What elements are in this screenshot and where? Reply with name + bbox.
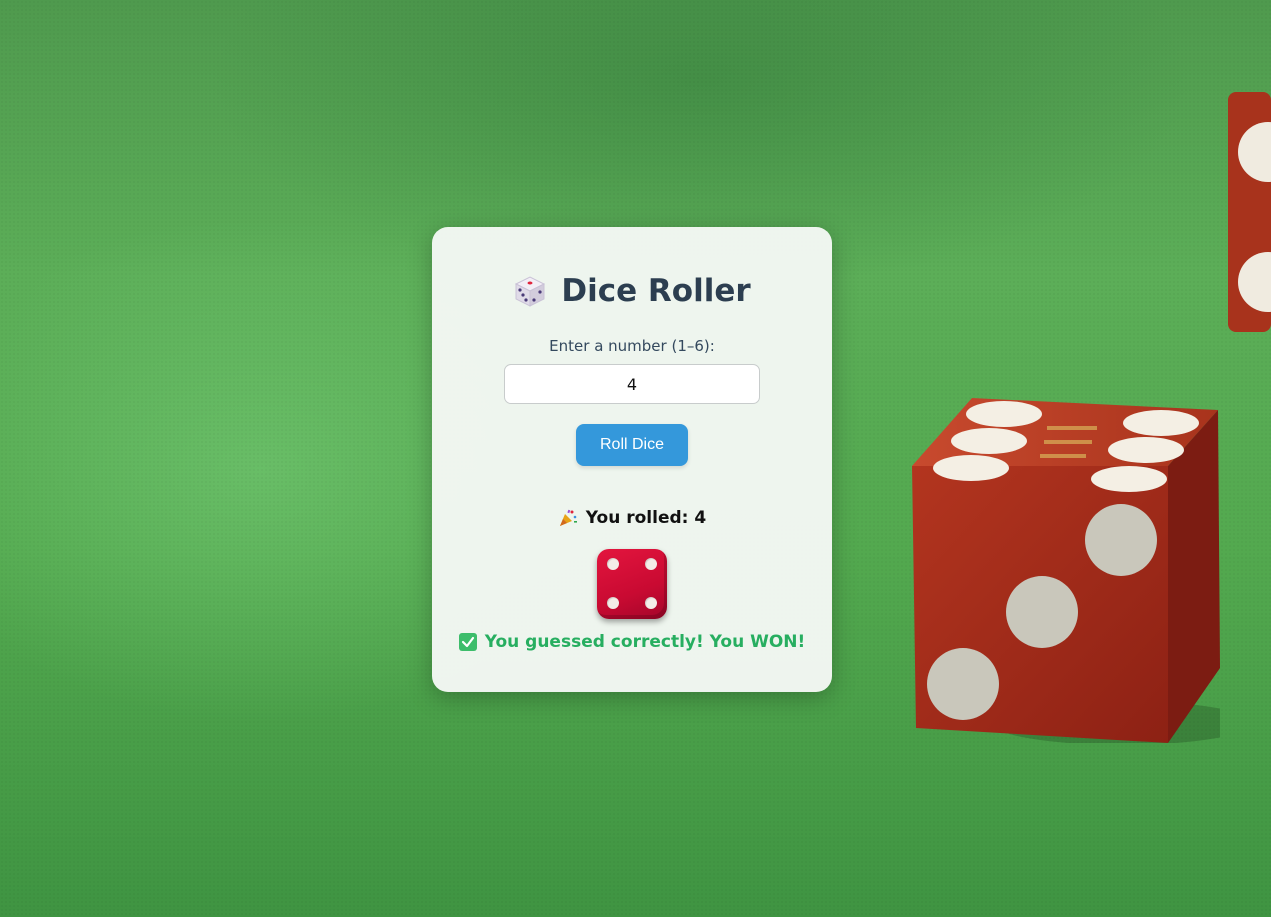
die-pip [645, 597, 657, 609]
red-die-photo [912, 398, 1220, 743]
die-pip [645, 558, 657, 570]
rolled-die-face [597, 549, 667, 619]
win-message-text: You guessed correctly! You WON! [484, 632, 806, 652]
game-die-icon [515, 276, 546, 307]
dice-roller-card: Dice Roller Enter a number (1–6): Roll D… [432, 227, 832, 692]
check-mark-icon [458, 633, 477, 651]
party-popper-icon [559, 509, 577, 526]
title-text: Dice Roller [561, 273, 751, 309]
roll-result-text: You rolled: 4 [585, 508, 707, 528]
number-input[interactable] [504, 364, 760, 404]
die-pip [607, 558, 619, 570]
page-title: Dice Roller [432, 269, 832, 313]
red-die-edge-photo [1228, 92, 1271, 332]
win-message: You guessed correctly! You WON! [432, 630, 832, 654]
number-prompt-label: Enter a number (1–6): [549, 337, 715, 355]
roll-dice-button[interactable]: Roll Dice [576, 424, 688, 466]
roll-result: You rolled: 4 [432, 507, 832, 529]
die-pip [607, 597, 619, 609]
